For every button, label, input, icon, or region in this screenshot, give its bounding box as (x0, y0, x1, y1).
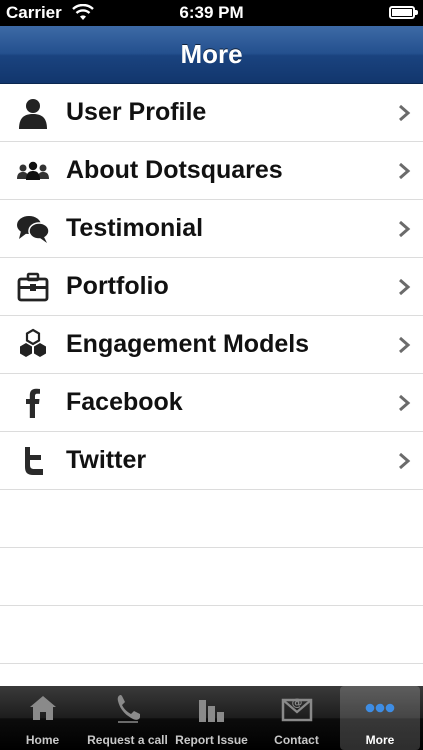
menu-item-label: Portfolio (66, 272, 169, 300)
chevron-right-icon (399, 452, 411, 470)
user-icon (19, 99, 47, 129)
navigation-bar: More (0, 26, 423, 84)
tab-request-a-call[interactable]: Request a call (85, 686, 170, 750)
chevron-right-icon (399, 162, 411, 180)
chevron-right-icon (399, 220, 411, 238)
battery-icon (389, 6, 418, 19)
briefcase-icon (17, 272, 49, 302)
facebook-icon (26, 388, 40, 418)
menu-item-portfolio[interactable]: Portfolio (0, 258, 423, 316)
tab-label: Report Issue (175, 733, 248, 747)
tab-label: More (365, 733, 395, 747)
empty-list-row (0, 606, 423, 664)
menu-item-label: Testimonial (66, 214, 204, 242)
menu-item-about-dotsquares[interactable]: About Dotsquares (0, 142, 423, 200)
mail-icon: @ (281, 696, 312, 722)
menu-item-user-profile[interactable]: User Profile (0, 84, 423, 142)
tab-more[interactable]: More (340, 686, 420, 750)
chat-bubbles-icon (17, 216, 50, 243)
svg-text:@: @ (291, 696, 302, 709)
menu-item-engagement-models[interactable]: Engagement Models (0, 316, 423, 374)
status-time: 6:39 PM (179, 3, 244, 22)
tab-home[interactable]: Home (0, 686, 85, 750)
chevron-right-icon (399, 278, 411, 296)
empty-list-row (0, 548, 423, 606)
phone-icon (117, 695, 140, 723)
menu-item-label: Engagement Models (66, 330, 310, 358)
menu-item-testimonial[interactable]: Testimonial (0, 200, 423, 258)
empty-list-row (0, 490, 423, 548)
menu-item-label: Twitter (66, 446, 147, 474)
hexagons-icon (20, 328, 46, 357)
tab-bar: Home Request a call Report Issue @ Conta… (0, 686, 423, 750)
bar-chart-icon (198, 700, 224, 722)
chevron-right-icon (399, 104, 411, 122)
menu-item-label: User Profile (66, 98, 207, 126)
group-icon (17, 161, 49, 180)
chevron-right-icon (399, 336, 411, 354)
tab-label: Contact (274, 733, 319, 747)
menu-item-label: About Dotsquares (66, 156, 283, 184)
tab-label: Request a call (87, 733, 168, 747)
tab-report-issue[interactable]: Report Issue (169, 686, 254, 750)
page-title: More (180, 39, 243, 69)
menu-item-facebook[interactable]: Facebook (0, 374, 423, 432)
chevron-right-icon (399, 394, 411, 412)
more-dots-icon (365, 703, 395, 713)
home-icon (29, 696, 56, 720)
status-bar: Carrier 6:39 PM (0, 0, 423, 26)
menu-item-twitter[interactable]: Twitter (0, 432, 423, 490)
more-menu-list: User Profile About Dotsquares Testimonia… (0, 84, 423, 664)
tab-contact[interactable]: @ Contact (254, 686, 339, 750)
twitter-icon (25, 447, 43, 475)
tab-label: Home (25, 733, 60, 747)
menu-item-label: Facebook (66, 388, 183, 416)
